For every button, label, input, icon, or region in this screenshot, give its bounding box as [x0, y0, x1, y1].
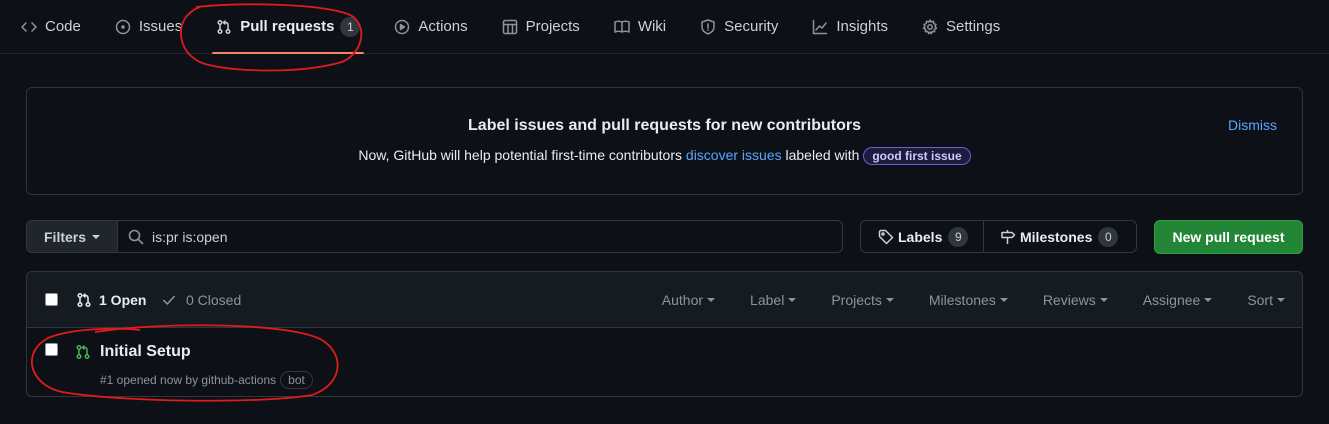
- filters-label: Filters: [44, 228, 87, 245]
- sort-dropdown[interactable]: Sort: [1247, 292, 1285, 308]
- pull-request-list: 1 Open 0 Closed Author Label Projects Mi…: [26, 271, 1303, 397]
- tag-icon: [878, 229, 894, 244]
- labels-button[interactable]: Labels 9: [861, 221, 984, 252]
- chevron-down-icon: [885, 298, 894, 302]
- new-pull-request-button[interactable]: New pull request: [1154, 220, 1303, 254]
- play-icon: [395, 19, 410, 34]
- closed-filter-link[interactable]: 0 Closed: [162, 292, 241, 308]
- milestones-filter-dropdown[interactable]: Milestones: [929, 292, 1008, 308]
- dismiss-button[interactable]: Dismiss: [1228, 117, 1277, 133]
- sort-label: Sort: [1247, 292, 1273, 308]
- labels-milestones-group: Labels 9 Milestones 0: [860, 220, 1137, 253]
- tab-wiki[interactable]: Wiki: [606, 0, 674, 54]
- table-icon: [502, 19, 517, 34]
- tab-settings[interactable]: Settings: [914, 0, 1008, 54]
- author-filter-dropdown[interactable]: Author: [661, 292, 716, 308]
- check-icon: [163, 295, 175, 305]
- milestones-count-badge: 0: [1098, 226, 1119, 247]
- tab-code-label: Code: [45, 18, 81, 35]
- tab-security-label: Security: [724, 18, 779, 35]
- labels-count-badge: 9: [948, 226, 969, 247]
- tab-issues[interactable]: Issues: [107, 0, 190, 54]
- open-count-label: 1 Open: [99, 292, 147, 308]
- graph-icon: [813, 19, 828, 34]
- git-pull-request-icon: [217, 19, 231, 34]
- row-checkbox[interactable]: [45, 343, 58, 356]
- tab-wiki-label: Wiki: [637, 18, 667, 35]
- book-icon: [614, 20, 630, 33]
- list-sort-bar: Author Label Projects Milestones Reviews…: [627, 292, 1285, 308]
- banner-text-before: Now, GitHub will help potential first-ti…: [358, 147, 683, 163]
- banner-text-after: labeled with: [785, 147, 860, 163]
- gear-icon: [922, 18, 938, 34]
- chevron-down-icon: [788, 298, 797, 302]
- git-pull-request-icon: [77, 292, 91, 308]
- bot-badge: bot: [280, 371, 313, 389]
- author-filter-label: Author: [661, 292, 704, 308]
- closed-count-label: 0 Closed: [186, 292, 242, 308]
- banner-title: Label issues and pull requests for new c…: [468, 117, 861, 134]
- new-contributors-banner: Label issues and pull requests for new c…: [26, 87, 1303, 195]
- search-icon: [128, 229, 144, 244]
- label-filter-dropdown[interactable]: Label: [750, 292, 797, 308]
- pull-requests-count-badge: 1: [340, 16, 361, 37]
- open-filter-link[interactable]: 1 Open: [76, 292, 146, 308]
- tab-insights-label: Insights: [836, 18, 889, 35]
- list-header: 1 Open 0 Closed Author Label Projects Mi…: [27, 272, 1302, 328]
- chevron-down-icon: [92, 234, 101, 239]
- reviews-filter-dropdown[interactable]: Reviews: [1043, 292, 1108, 308]
- milestones-button[interactable]: Milestones 0: [984, 221, 1136, 252]
- projects-filter-label: Projects: [831, 292, 882, 308]
- reviews-filter-label: Reviews: [1042, 292, 1096, 308]
- discover-issues-link[interactable]: discover issues: [686, 147, 782, 163]
- list-item: Initial Setup #1 opened now by github-ac…: [27, 328, 1302, 396]
- chevron-down-icon: [999, 298, 1008, 302]
- tab-code[interactable]: Code: [13, 0, 89, 54]
- good-first-issue-label[interactable]: good first issue: [863, 147, 971, 165]
- tab-pull-requests-label: Pull requests: [240, 18, 335, 35]
- chevron-down-icon: [1277, 298, 1285, 302]
- chevron-down-icon: [1099, 298, 1108, 302]
- assignee-filter-dropdown[interactable]: Assignee: [1143, 292, 1213, 308]
- tab-issues-label: Issues: [138, 18, 183, 35]
- filters-dropdown-button[interactable]: Filters: [26, 220, 118, 253]
- milestones-filter-label: Milestones: [928, 292, 996, 308]
- code-icon: [21, 21, 37, 32]
- assignee-filter-label: Assignee: [1142, 292, 1201, 308]
- tab-security[interactable]: Security: [692, 0, 786, 54]
- tab-projects[interactable]: Projects: [494, 0, 588, 54]
- select-all-checkbox[interactable]: [45, 293, 58, 306]
- chevron-down-icon: [1204, 298, 1213, 302]
- projects-filter-dropdown[interactable]: Projects: [831, 292, 894, 308]
- label-filter-label: Label: [750, 292, 785, 308]
- milestone-icon: [1001, 229, 1016, 244]
- pull-request-title-link[interactable]: Initial Setup: [100, 343, 191, 361]
- banner-text: Now, GitHub will help potential first-ti…: [27, 147, 1302, 165]
- tab-settings-label: Settings: [946, 18, 1001, 35]
- milestones-label: Milestones: [1020, 228, 1093, 245]
- tab-actions-label: Actions: [418, 18, 468, 35]
- labels-label: Labels: [898, 228, 943, 245]
- git-pull-request-open-icon: [76, 344, 90, 360]
- tab-projects-label: Projects: [525, 18, 580, 35]
- tab-actions[interactable]: Actions: [386, 0, 475, 54]
- repo-nav: Code Issues Pull requests 1 Actions Proj…: [0, 0, 1329, 54]
- pull-request-meta-text: #1 opened now by github-actions: [100, 373, 277, 387]
- shield-icon: [701, 18, 715, 35]
- tab-pull-requests[interactable]: Pull requests 1: [208, 0, 368, 54]
- search-box: [117, 220, 843, 253]
- search-input[interactable]: [152, 228, 832, 245]
- chevron-down-icon: [707, 298, 716, 302]
- issue-opened-icon: [115, 19, 131, 34]
- tab-insights[interactable]: Insights: [804, 0, 896, 54]
- pull-request-meta: #1 opened now by github-actions bot: [100, 371, 313, 389]
